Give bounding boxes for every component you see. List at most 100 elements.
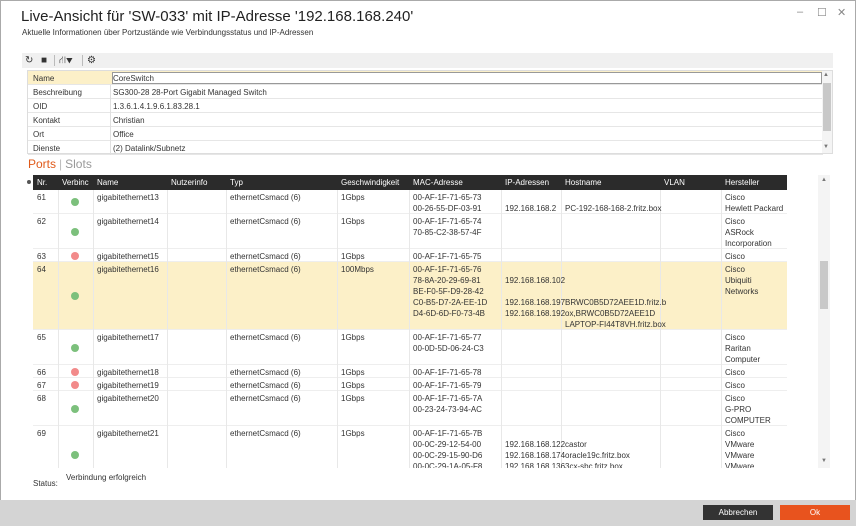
vendor: Raritan (725, 344, 751, 353)
port-type: ethernetCsmacd (6) (230, 265, 301, 274)
col-verbindung-header[interactable]: Verbinc (62, 178, 89, 187)
minimize-icon[interactable]: – (797, 6, 803, 18)
scroll-up-icon[interactable]: ▲ (821, 177, 827, 183)
table-row[interactable]: 67 gigabitethernet19 ethernetCsmacd (6) 1Gb… (33, 378, 787, 391)
column-divider (167, 330, 168, 365)
col-name-header[interactable]: Name (97, 178, 118, 187)
column-divider (337, 365, 338, 378)
status-disconnected-icon (71, 252, 79, 260)
column-divider (226, 365, 227, 378)
port-type: ethernetCsmacd (6) (230, 217, 301, 226)
port-name: gigabitethernet20 (97, 394, 159, 403)
tab-ports[interactable]: Ports (28, 157, 56, 171)
column-divider (721, 190, 722, 214)
scroll-down-icon[interactable]: ▼ (821, 458, 827, 464)
table-row[interactable]: 68 gigabitethernet20 ethernetCsmacd (6) 1Gb… (33, 391, 787, 426)
scroll-thumb[interactable] (823, 83, 831, 131)
divider (110, 127, 111, 141)
property-row-name[interactable]: Name CoreSwitch (28, 71, 823, 85)
column-divider (226, 249, 227, 262)
vendor: Cisco (725, 333, 746, 342)
col-ip-header[interactable]: IP-Adressen (505, 178, 549, 187)
stop-icon[interactable]: ■ (41, 54, 47, 67)
maximize-icon[interactable]: ☐ (817, 6, 827, 19)
property-key: Name (33, 74, 55, 83)
vendor: Ubiquiti (725, 276, 752, 285)
table-row[interactable]: 65 gigabitethernet17 ethernetCsmacd (6) 1Gb… (33, 330, 787, 365)
name-field[interactable] (112, 72, 822, 84)
property-row[interactable]: Ort Office (28, 127, 823, 141)
port-name: gigabitethernet21 (97, 429, 159, 438)
mac-address: D4-6D-6D-F0-73-4B (413, 309, 486, 318)
table-row[interactable]: 66 gigabitethernet18 ethernetCsmacd (6) 1Gb… (33, 365, 787, 378)
refresh-icon[interactable]: ↻ (25, 54, 33, 67)
port-name: gigabitethernet15 (97, 252, 159, 261)
mac-address: 00-AF-1F-71-65-79 (413, 381, 482, 390)
status-label: Status: (33, 479, 58, 488)
column-divider (167, 426, 168, 468)
table-row[interactable]: 63 gigabitethernet15 ethernetCsmacd (6) 1Gb… (33, 249, 787, 262)
column-divider (93, 262, 94, 330)
column-divider (337, 262, 338, 330)
ok-button[interactable]: Ok (780, 505, 850, 520)
scroll-down-icon[interactable]: ▼ (823, 144, 829, 150)
column-divider (561, 262, 562, 330)
scroll-up-icon[interactable]: ▲ (823, 72, 829, 78)
mac-address: 00-AF-1F-71-65-7B (413, 429, 483, 438)
column-divider (58, 391, 59, 426)
col-mac-header[interactable]: MAC-Adresse (413, 178, 463, 187)
property-row[interactable]: Kontakt Christian (28, 113, 823, 127)
table-row[interactable]: 61 gigabitethernet13 ethernetCsmacd (6) 1Gb… (33, 190, 787, 214)
table-row[interactable]: 69 gigabitethernet21 ethernetCsmacd (6) 1Gb… (33, 426, 787, 468)
col-geschwindigkeit-header[interactable]: Geschwindigkeit (341, 178, 399, 187)
column-divider (58, 214, 59, 249)
column-divider (337, 249, 338, 262)
port-number: 63 (37, 252, 46, 261)
col-nutzerinfo-header[interactable]: Nutzerinfo (171, 178, 207, 187)
column-divider (409, 262, 410, 330)
toolbar-separator (82, 55, 83, 66)
property-row[interactable]: Dienste (2) Datalink/Subnetz (28, 141, 823, 155)
column-divider (93, 365, 94, 378)
vendor: ASRock (725, 228, 754, 237)
port-number: 62 (37, 217, 46, 226)
window-title: Live-Ansicht für 'SW-033' mit IP-Adresse… (21, 8, 414, 25)
column-divider (409, 391, 410, 426)
column-divider (167, 214, 168, 249)
ip-address: 192.168.168.192 (505, 309, 566, 318)
col-nr-header[interactable]: Nr. (37, 178, 47, 187)
tab-slots[interactable]: Slots (65, 157, 92, 171)
network-dropdown-icon[interactable]: ⛙▾ (59, 54, 73, 67)
port-name: gigabitethernet18 (97, 368, 159, 377)
ports-grid: Nr. Verbinc Name Nutzerinfo Typ Geschwindigke… (27, 175, 833, 468)
mac-address: 00-AF-1F-71-65-77 (413, 333, 482, 342)
port-type: ethernetCsmacd (6) (230, 429, 301, 438)
table-row[interactable]: 64 gigabitethernet16 ethernetCsmacd (6) 100… (33, 262, 787, 330)
port-number: 68 (37, 394, 46, 403)
col-hostname-header[interactable]: Hostname (565, 178, 601, 187)
column-divider (501, 249, 502, 262)
port-number: 69 (37, 429, 46, 438)
column-divider (226, 426, 227, 468)
mac-address: 78-8A-20-29-69-81 (413, 276, 481, 285)
properties-scrollbar[interactable]: ▲ ▼ (822, 71, 832, 153)
gear-icon[interactable]: ⚙ (87, 54, 96, 67)
property-row[interactable]: OID 1.3.6.1.4.1.9.6.1.83.28.1 (28, 99, 823, 113)
column-divider (409, 190, 410, 214)
column-divider (409, 378, 410, 391)
property-value: SG300-28 28-Port Gigabit Managed Switch (113, 88, 267, 97)
column-divider (93, 426, 94, 468)
close-icon[interactable]: ✕ (837, 6, 846, 19)
grid-scrollbar[interactable]: ▲ ▼ (818, 175, 830, 468)
port-speed: 1Gbps (341, 394, 365, 403)
col-vlan-header[interactable]: VLAN (664, 178, 685, 187)
col-hersteller-header[interactable]: Hersteller (725, 178, 759, 187)
column-divider (721, 249, 722, 262)
scroll-thumb[interactable] (820, 261, 828, 309)
vendor: COMPUTER (725, 416, 771, 425)
cancel-button[interactable]: Abbrechen (703, 505, 773, 520)
property-row[interactable]: Beschreibung SG300-28 28-Port Gigabit Ma… (28, 85, 823, 99)
col-typ-header[interactable]: Typ (230, 178, 243, 187)
table-row[interactable]: 62 gigabitethernet14 ethernetCsmacd (6) 1Gb… (33, 214, 787, 249)
column-divider (337, 426, 338, 468)
